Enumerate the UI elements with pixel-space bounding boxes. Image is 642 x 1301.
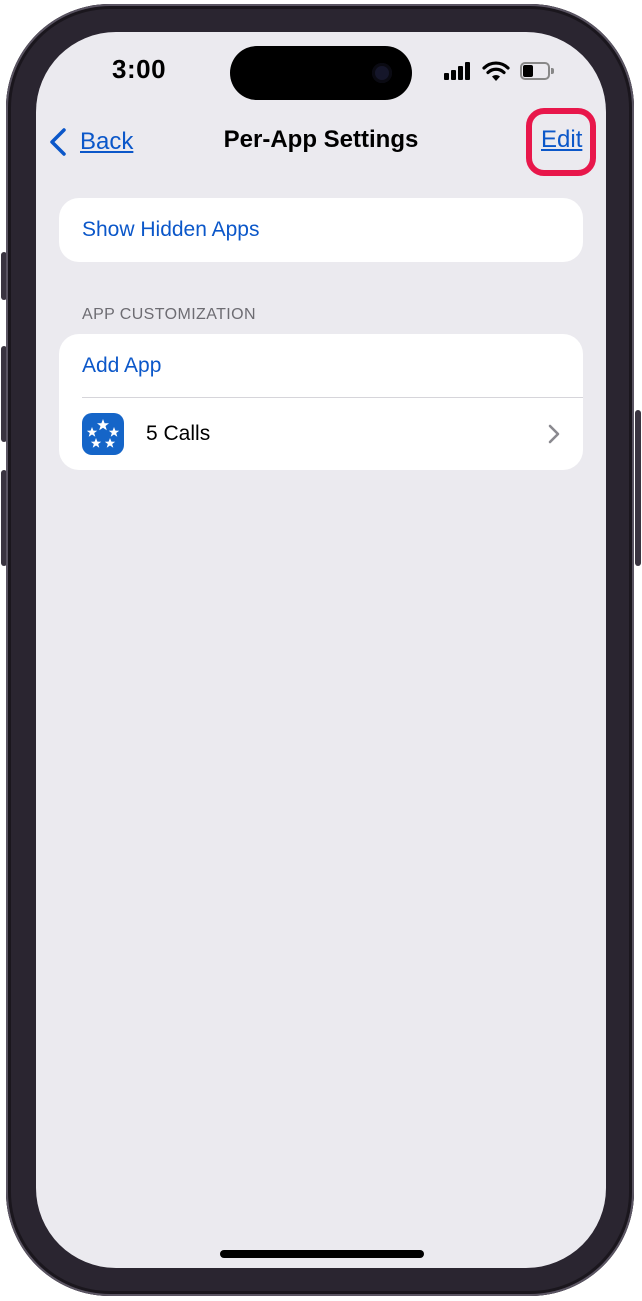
show-hidden-group: Show Hidden Apps (59, 198, 583, 262)
add-app-label: Add App (82, 354, 162, 377)
phone-screen: 3:00 Back Per-App Settings Edit Show Hid… (36, 32, 606, 1268)
wifi-icon (482, 61, 510, 81)
app-name-label: 5 Calls (146, 422, 211, 445)
status-time: 3:00 (112, 54, 167, 84)
show-hidden-apps-row[interactable]: Show Hidden Apps (59, 198, 583, 262)
section-header-app-customization: APP CUSTOMIZATION (82, 306, 256, 323)
side-button (635, 410, 641, 566)
front-camera-icon (372, 63, 392, 83)
home-indicator[interactable] (220, 1250, 424, 1258)
page: 3:00 Back Per-App Settings Edit Show Hid… (0, 0, 642, 1301)
cellular-signal-icon (444, 62, 470, 80)
show-hidden-apps-label: Show Hidden Apps (82, 218, 260, 241)
stars-icon (86, 419, 120, 448)
edit-button[interactable]: Edit (541, 126, 582, 154)
five-calls-app-icon (82, 413, 124, 455)
add-app-row[interactable]: Add App (59, 334, 583, 398)
chevron-right-icon (548, 424, 560, 444)
dynamic-island (230, 46, 412, 100)
battery-icon (520, 62, 554, 80)
list-item-app[interactable]: 5 Calls (59, 398, 583, 470)
app-customization-group: Add App 5 Calls (59, 334, 583, 470)
page-title: Per-App Settings (223, 126, 419, 153)
